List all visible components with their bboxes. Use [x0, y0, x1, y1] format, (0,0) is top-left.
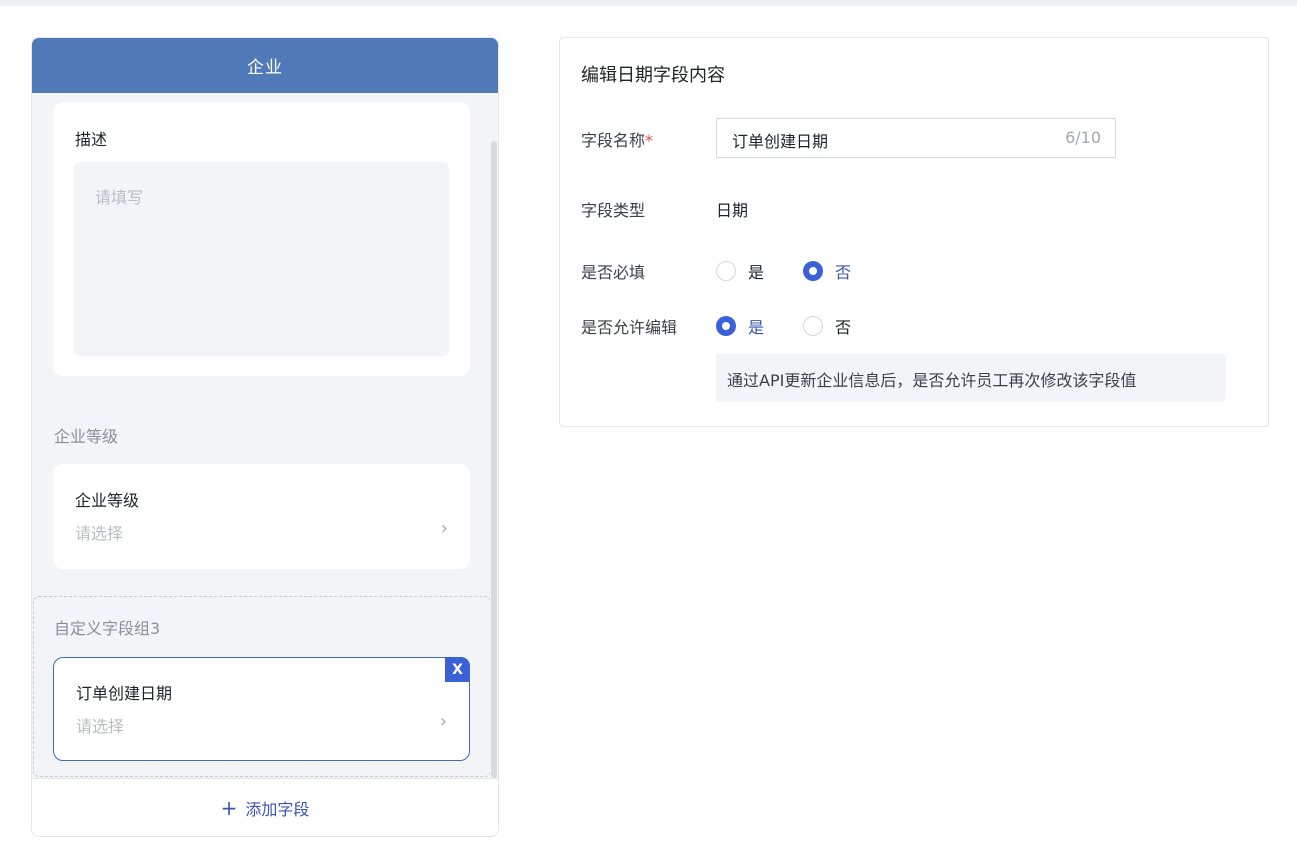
required-no-label: 否	[835, 263, 852, 282]
field-editor-panel: 编辑日期字段内容 字段名称* 订单创建日期 6/10 字段类型 日期 是否必填 …	[559, 37, 1269, 427]
required-yes-radio[interactable]: 是	[716, 259, 764, 283]
group-label-level: 企业等级	[54, 427, 119, 446]
editable-yes-label: 是	[748, 318, 765, 337]
level-card[interactable]: 企业等级 请选择 ›	[53, 464, 470, 569]
chevron-right-icon: ›	[439, 711, 447, 732]
editable-hint: 通过API更新企业信息后，是否允许员工再次修改该字段值	[716, 354, 1226, 402]
order-date-placeholder: 请选择	[76, 717, 125, 736]
field-type-value: 日期	[716, 201, 749, 220]
delete-field-button[interactable]: X	[445, 657, 470, 682]
panel-header: 企业	[32, 38, 498, 93]
close-icon: X	[452, 661, 463, 678]
field-name-input[interactable]: 订单创建日期 6/10	[716, 118, 1116, 158]
editor-title: 编辑日期字段内容	[581, 65, 725, 86]
description-placeholder: 请填写	[95, 188, 144, 207]
field-name-label: 字段名称*	[581, 131, 654, 150]
panel-header-title: 企业	[247, 58, 283, 78]
radio-checked-icon	[803, 261, 823, 281]
required-label: 是否必填	[581, 263, 646, 282]
description-textarea[interactable]: 请填写	[74, 162, 449, 356]
group-label-custom: 自定义字段组3	[54, 619, 161, 638]
form-preview-panel: 企业 描述 请填写 企业等级 企业等级 请选择 › 自定义字段组3 X 订单创建…	[31, 37, 499, 837]
add-field-label: 添加字段	[245, 799, 310, 819]
field-type-label: 字段类型	[581, 201, 646, 220]
editable-no-radio[interactable]: 否	[803, 314, 851, 338]
level-card-title: 企业等级	[75, 491, 140, 510]
level-select-placeholder: 请选择	[75, 524, 124, 543]
chevron-right-icon: ›	[440, 518, 448, 539]
radio-checked-icon	[716, 316, 736, 336]
editable-label: 是否允许编辑	[581, 318, 678, 337]
field-name-value: 订单创建日期	[732, 132, 829, 151]
description-title: 描述	[75, 130, 108, 149]
radio-circle-icon	[716, 261, 736, 281]
order-date-card[interactable]: X 订单创建日期 请选择 ›	[53, 657, 470, 761]
plus-icon: +	[220, 795, 238, 820]
form-preview-scroll[interactable]: 描述 请填写 企业等级 企业等级 请选择 › 自定义字段组3 X 订单创建日期 …	[32, 93, 498, 778]
editable-no-label: 否	[835, 318, 852, 337]
editable-hint-text: 通过API更新企业信息后，是否允许员工再次修改该字段值	[727, 371, 1137, 390]
required-no-radio[interactable]: 否	[803, 259, 851, 283]
field-name-counter: 6/10	[1065, 128, 1101, 147]
editable-yes-radio[interactable]: 是	[716, 314, 764, 338]
description-card[interactable]: 描述 请填写	[53, 102, 470, 376]
top-bar	[0, 0, 1297, 6]
scrollbar-thumb[interactable]	[491, 141, 497, 778]
radio-circle-icon	[803, 316, 823, 336]
order-date-card-title: 订单创建日期	[76, 684, 173, 703]
add-field-button[interactable]: + 添加字段	[32, 778, 498, 836]
required-mark: *	[645, 131, 654, 150]
required-yes-label: 是	[748, 263, 765, 282]
